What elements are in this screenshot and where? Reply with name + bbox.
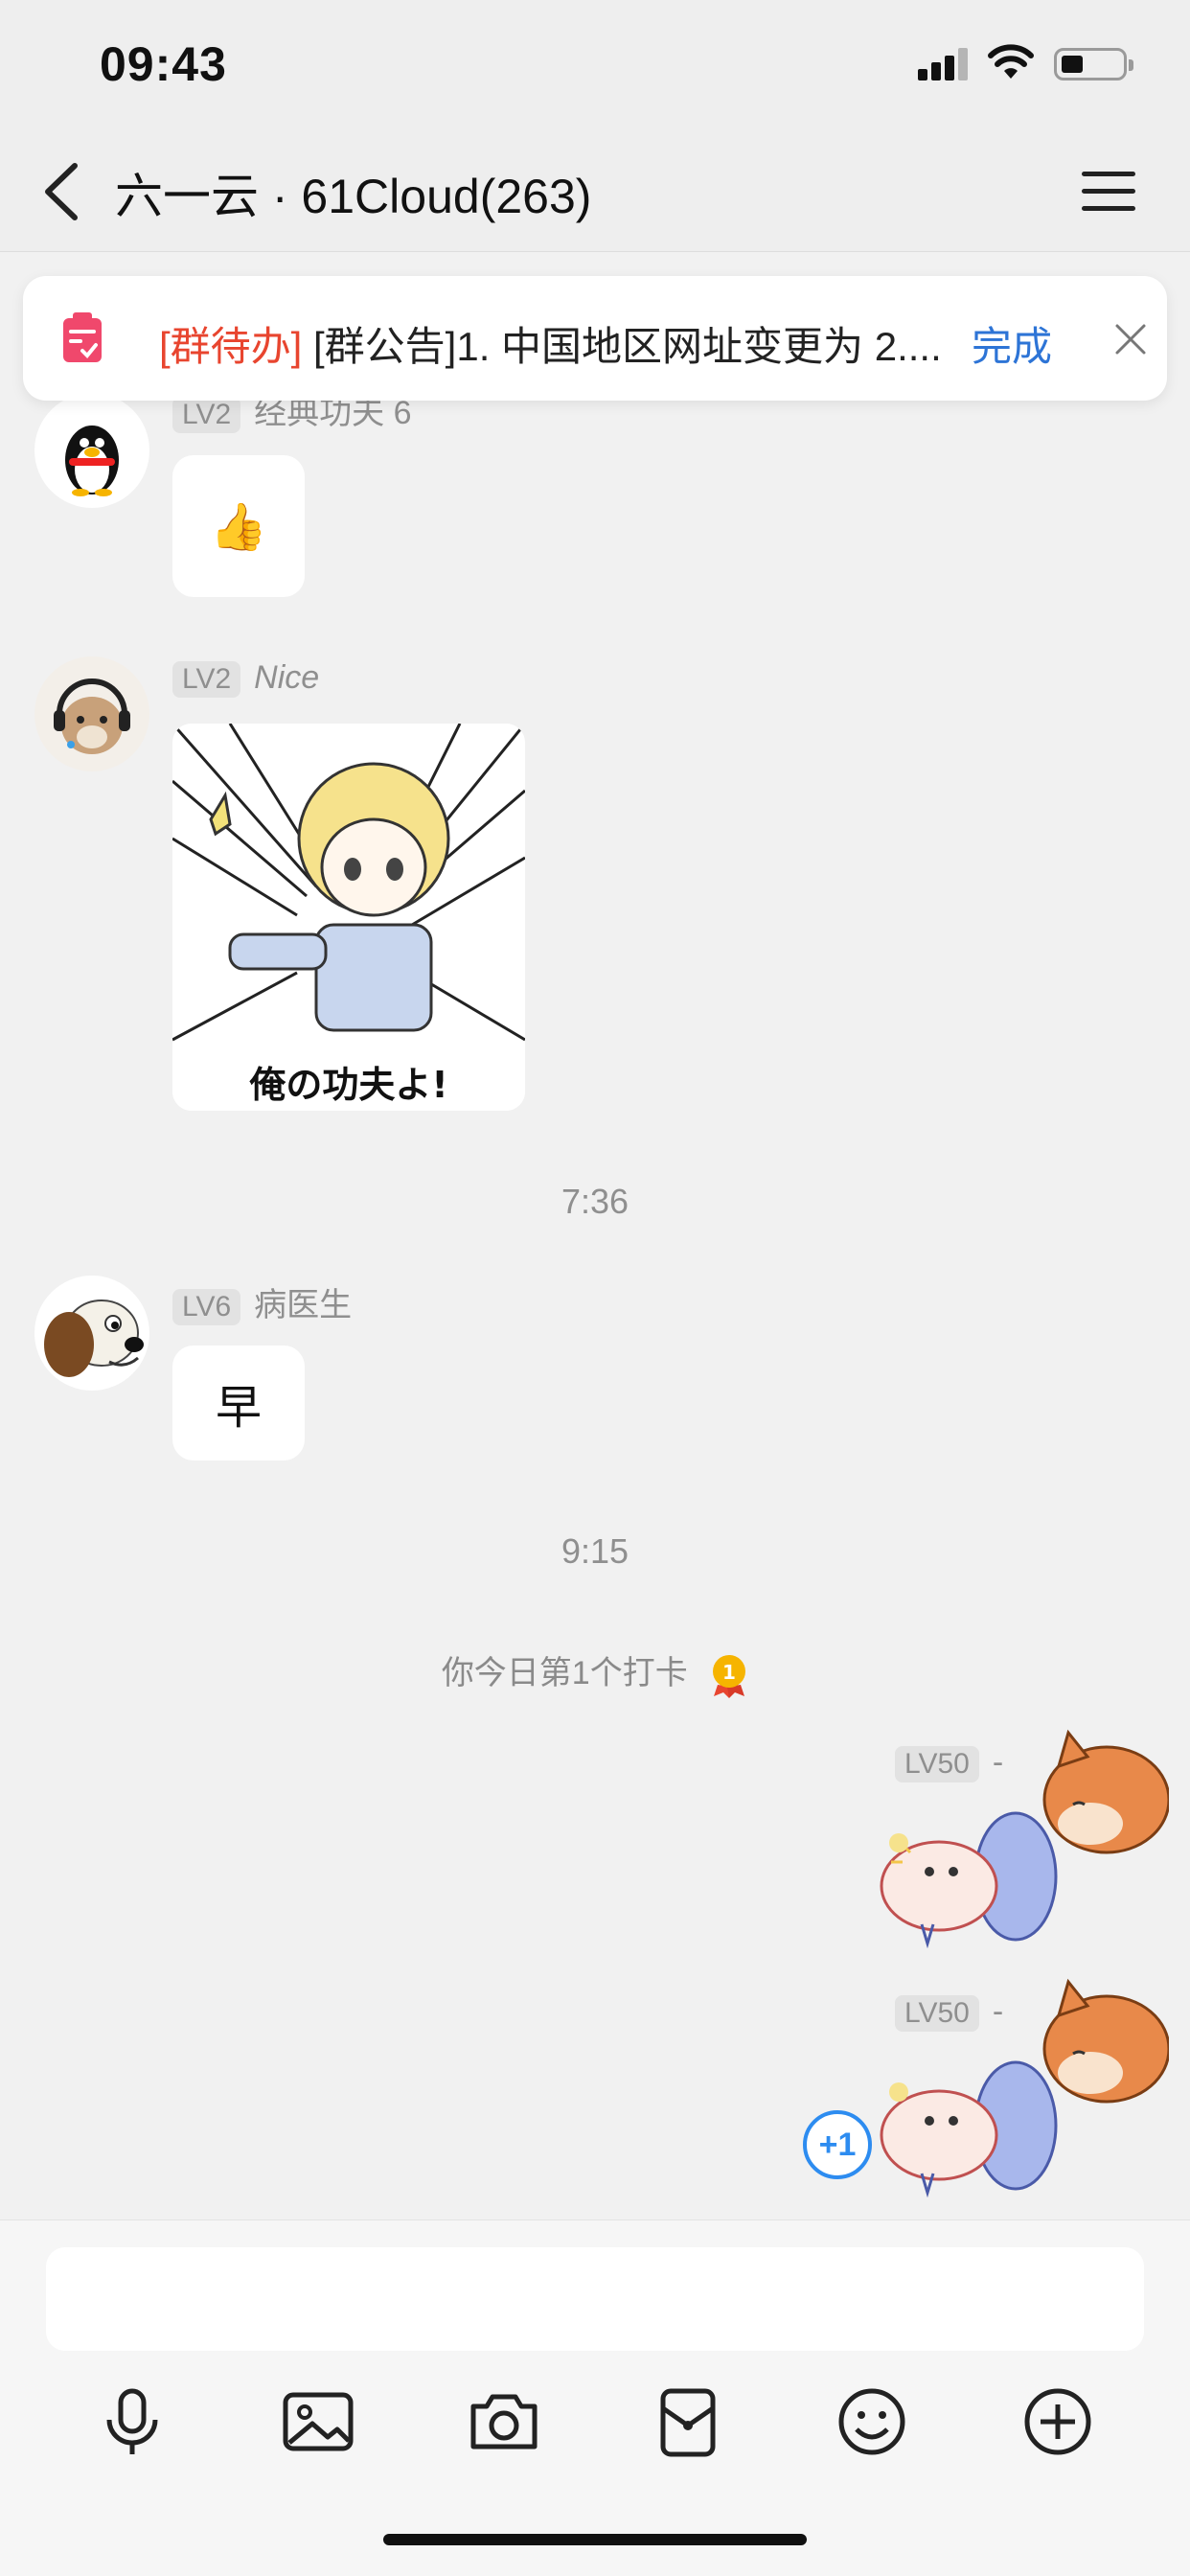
nav-bar: 六一云 · 61Cloud(263) — [0, 129, 1190, 252]
sticker-image[interactable]: 俺の功夫よ! — [172, 724, 525, 1111]
sender-meta: LV6 病医生 — [172, 1278, 353, 1326]
sender-name: 病医生 — [254, 1287, 353, 1323]
notice-tag: [群待办] — [159, 324, 303, 369]
status-bar: 09:43 — [0, 0, 1190, 129]
clipboard-todo-icon — [63, 312, 102, 362]
time-separator: 9:15 — [561, 1531, 629, 1571]
chat-title: 六一云 · 61Cloud(263) — [115, 170, 592, 223]
checkin-badge-icon: 1 — [713, 1655, 746, 1699]
home-indicator — [383, 2534, 807, 2545]
camera-icon[interactable] — [466, 2383, 542, 2460]
plus-one-button[interactable]: +1 — [803, 2110, 872, 2179]
image-icon[interactable] — [280, 2383, 356, 2460]
message-bubble[interactable]: 👍 — [172, 455, 305, 597]
signal-icon — [918, 48, 970, 80]
animal-sticker-icon[interactable] — [872, 1958, 1169, 2197]
avatar[interactable] — [34, 393, 149, 508]
message-input[interactable] — [46, 2247, 1144, 2351]
wifi-icon — [988, 44, 1034, 79]
status-time: 09:43 — [100, 37, 227, 91]
anime-sticker-icon: 俺の功夫よ! — [172, 724, 525, 1111]
avatar[interactable] — [34, 1276, 149, 1391]
notice-content: [群公告]1. 中国地区网址变更为 2.... — [302, 324, 942, 369]
group-notice-banner[interactable]: [群待办] [群公告]1. 中国地区网址变更为 2.... 完成 — [23, 276, 1167, 401]
level-badge: LV2 — [172, 661, 241, 699]
close-icon[interactable] — [1113, 322, 1148, 356]
level-badge: LV2 — [172, 397, 241, 434]
microphone-icon[interactable] — [94, 2383, 171, 2460]
animal-sticker-icon[interactable] — [872, 1709, 1169, 1948]
message-text: 早 — [215, 1383, 262, 1434]
sender-name: Nice — [254, 659, 320, 696]
penguin-avatar-icon — [65, 426, 119, 496]
level-badge: LV6 — [172, 1289, 241, 1326]
battery-icon — [1054, 48, 1133, 80]
message-bubble[interactable]: 早 — [172, 1346, 305, 1460]
menu-icon[interactable] — [1078, 166, 1141, 216]
time-separator: 7:36 — [561, 1182, 629, 1221]
chat-messages[interactable]: LV2 经典功夫 6 👍 LV2 Nice 俺の功夫よ! 7:36 LV6 病医… — [0, 252, 1190, 2220]
dog-headphones-avatar-icon — [54, 678, 130, 754]
checkin-notice: 你今日第1个打卡 1 — [0, 1646, 1190, 1699]
sender-meta: LV2 Nice — [172, 659, 320, 699]
sticker-caption: 俺の功夫よ! — [248, 1064, 447, 1106]
back-icon[interactable] — [34, 158, 92, 225]
thumbs-up-emoji: 👍 — [210, 501, 267, 553]
notice-done-button[interactable]: 完成 — [972, 314, 1052, 373]
cartoon-dog-avatar-icon — [44, 1300, 144, 1377]
plus-icon[interactable] — [1019, 2383, 1096, 2460]
emoji-icon[interactable] — [834, 2383, 910, 2460]
checkin-text: 你今日第1个打卡 — [441, 1655, 688, 1691]
avatar[interactable] — [34, 656, 149, 771]
red-packet-icon[interactable] — [650, 2383, 726, 2460]
input-area — [0, 2220, 1190, 2576]
svg-text:1: 1 — [722, 1661, 736, 1684]
notice-text: [群待办] [群公告]1. 中国地区网址变更为 2.... — [159, 314, 942, 373]
